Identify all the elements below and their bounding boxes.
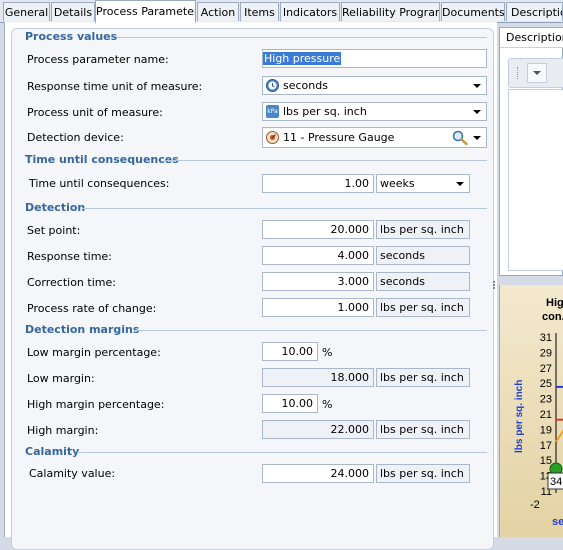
- process-parameter-page: Process values Process parameter name: H…: [4, 22, 497, 550]
- description-panel-tab[interactable]: Description: [500, 28, 563, 48]
- y-tick-label: 29: [540, 347, 552, 359]
- chevron-down-icon[interactable]: [471, 77, 483, 94]
- toolbar-dropdown-button[interactable]: [527, 63, 547, 83]
- clock-icon: [266, 79, 279, 92]
- high-margin-value: 22.000: [262, 420, 374, 439]
- low-margin-unit: lbs per sq. inch: [376, 368, 470, 387]
- description-text-area[interactable]: [508, 89, 563, 271]
- chevron-down-icon[interactable]: [471, 103, 483, 120]
- x-tick-label: -2: [530, 499, 540, 511]
- detection-device-select[interactable]: 11 - Pressure Gauge: [262, 127, 487, 148]
- y-tick-label: 31: [540, 332, 552, 344]
- tab-action[interactable]: Action: [197, 2, 239, 21]
- low-margin-pct-symbol: %: [322, 346, 333, 359]
- toolbar-grip: [517, 67, 520, 79]
- y-axis-label: lbs per sq. inch: [514, 380, 525, 453]
- process-unit-value: lbs per sq. inch: [283, 105, 367, 118]
- section-divider: [77, 452, 487, 453]
- chevron-down-icon: [533, 71, 541, 75]
- chevron-down-icon[interactable]: [471, 128, 483, 147]
- set-point-label: Set point:: [27, 224, 81, 237]
- section-title-calamity: Calamity: [25, 445, 80, 458]
- low-margin-value: 18.000: [262, 368, 374, 387]
- set-point-input[interactable]: 20.000: [262, 220, 374, 239]
- time-until-input[interactable]: 1.00: [262, 174, 374, 193]
- y-tick-label: 21: [540, 409, 552, 421]
- low-margin-pct-input[interactable]: 10.00: [262, 342, 318, 361]
- param-name-label: Process parameter name:: [27, 53, 169, 66]
- high-margin-pct-input[interactable]: 10.00: [262, 394, 318, 413]
- tab-general[interactable]: General: [3, 2, 50, 21]
- chart-svg: Hig... con... lbs per sq. inch 31 29 27 25 23 21…: [514, 297, 563, 528]
- description-panel: Description: [499, 27, 563, 276]
- low-margin-pct-label: Low margin percentage:: [27, 346, 161, 359]
- section-title-detection-margins: Detection margins: [25, 323, 140, 336]
- tab-details[interactable]: Details: [51, 2, 95, 21]
- calamity-value-input[interactable]: 24.000: [262, 464, 374, 483]
- time-unit-value: weeks: [380, 177, 415, 190]
- chart-panel: Hig... con... lbs per sq. inch 31 29 27 25 23 21…: [499, 285, 563, 537]
- high-margin-unit: lbs per sq. inch: [376, 420, 470, 439]
- detection-device-value: 11 - Pressure Gauge: [283, 131, 395, 144]
- time-unit-select[interactable]: weeks: [376, 174, 470, 193]
- rate-of-change-label: Process rate of change:: [27, 302, 157, 315]
- splitter-handle[interactable]: [493, 280, 496, 292]
- tab-description[interactable]: Description: [506, 2, 563, 21]
- response-unit-value: seconds: [283, 79, 328, 92]
- section-divider: [164, 160, 487, 161]
- tab-process-parameter[interactable]: Process Parameter: [95, 0, 196, 23]
- section-title-process-values: Process values: [25, 30, 118, 43]
- tab-reliability-program[interactable]: Reliability Program: [341, 2, 440, 21]
- response-unit-select[interactable]: seconds: [262, 76, 487, 95]
- set-point-unit: lbs per sq. inch: [376, 220, 470, 239]
- y-tick-label: 27: [540, 363, 552, 375]
- y-tick-label: 19: [540, 424, 552, 436]
- correction-time-input[interactable]: 3.000: [262, 272, 374, 291]
- rate-of-change-unit: lbs per sq. inch: [376, 298, 470, 317]
- point-label: 34: [550, 476, 562, 488]
- low-margin-label: Low margin:: [27, 372, 95, 385]
- section-title-time-until-consequences: Time until consequences: [25, 153, 179, 166]
- chart-title-line-2: con...: [542, 311, 563, 323]
- tab-documents[interactable]: Documents: [441, 2, 505, 21]
- param-name-value: High pressure: [263, 52, 342, 65]
- search-icon[interactable]: [452, 130, 468, 145]
- gauge-icon: [266, 131, 279, 144]
- section-divider: [135, 330, 487, 331]
- high-margin-pct-label: High margin percentage:: [27, 398, 165, 411]
- process-unit-select[interactable]: kPa lbs per sq. inch: [262, 102, 487, 121]
- time-until-label: Time until consequences:: [29, 177, 170, 190]
- y-tick-label: 15: [540, 455, 552, 467]
- process-unit-label: Process unit of measure:: [27, 106, 163, 119]
- calamity-value-unit: lbs per sq. inch: [376, 464, 470, 483]
- chart-title-line-1: Hig...: [546, 297, 563, 309]
- response-unit-label: Response time unit of measure:: [27, 80, 203, 93]
- high-margin-pct-symbol: %: [322, 398, 333, 411]
- rate-of-change-input[interactable]: 1.000: [262, 298, 374, 317]
- y-tick-label: 25: [540, 378, 552, 390]
- x-axis-label: se...: [552, 516, 563, 528]
- tab-items[interactable]: Items: [240, 2, 279, 21]
- form-panel: Process values Process parameter name: H…: [11, 28, 494, 550]
- section-divider: [117, 37, 487, 38]
- detection-device-label: Detection device:: [27, 131, 124, 144]
- description-toolbar: [508, 58, 563, 88]
- tab-bar: General Details Process Parameter Action…: [0, 0, 563, 23]
- high-margin-label: High margin:: [27, 424, 99, 437]
- param-name-input[interactable]: High pressure: [262, 49, 487, 68]
- y-tick-label: 17: [540, 440, 552, 452]
- chevron-down-icon[interactable]: [454, 175, 466, 192]
- y-tick-label: 23: [540, 394, 552, 406]
- response-time-label: Response time:: [27, 250, 112, 263]
- section-title-detection: Detection: [25, 201, 86, 214]
- process-line: [555, 429, 563, 443]
- response-time-input[interactable]: 4.000: [262, 246, 374, 265]
- calamity-value-label: Calamity value:: [29, 467, 116, 480]
- tab-indicators[interactable]: Indicators: [280, 2, 340, 21]
- correction-time-unit: seconds: [376, 272, 470, 291]
- section-divider: [82, 208, 487, 209]
- response-time-unit: seconds: [376, 246, 470, 265]
- pressure-unit-icon: kPa: [266, 105, 279, 118]
- correction-time-label: Correction time:: [27, 276, 116, 289]
